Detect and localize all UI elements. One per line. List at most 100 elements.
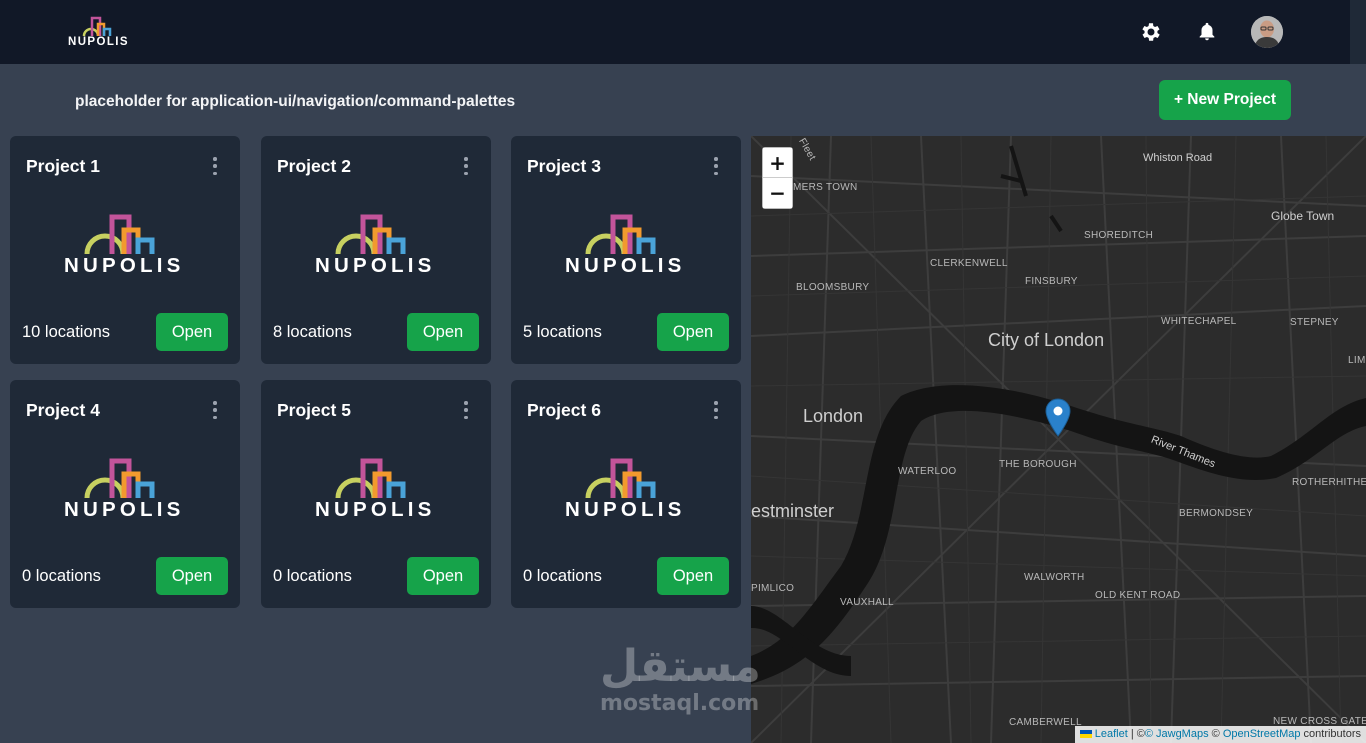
locations-count: 0 locations — [273, 567, 352, 585]
project-logo: NUPOLIS — [565, 214, 689, 277]
openstreetmap-link[interactable]: OpenStreetMap — [1223, 728, 1301, 740]
map-label: London — [803, 406, 864, 426]
open-project-button[interactable]: Open — [657, 313, 729, 351]
map-label: PIMLICO — [751, 583, 795, 594]
map-label: VAUXHALL — [840, 597, 894, 608]
logo-mark-icon — [84, 458, 155, 498]
watermark-arabic: مستقل — [600, 641, 761, 692]
avatar-image — [1251, 16, 1283, 48]
logo-mark-icon — [585, 214, 656, 254]
project-card[interactable]: Project 1 NUPOLIS 10 locations Open — [10, 136, 240, 364]
map-label: WATERLOO — [898, 466, 957, 477]
more-options-icon[interactable] — [212, 157, 218, 175]
map-attribution: Leaflet | ©© JawgMaps © OpenStreetMap co… — [1074, 726, 1366, 743]
map-label: Globe Town — [1271, 209, 1335, 223]
project-logo: NUPOLIS — [315, 214, 439, 277]
new-project-button[interactable]: + New Project — [1159, 80, 1291, 120]
brand-name: NUPOLIS — [68, 36, 129, 48]
map-label: Whiston Road — [1143, 152, 1213, 164]
project-card[interactable]: Project 3 NUPOLIS 5 locations Open — [511, 136, 741, 364]
notifications-button[interactable] — [1194, 19, 1220, 45]
open-project-button[interactable]: Open — [156, 313, 228, 351]
logo-text: NUPOLIS — [565, 498, 686, 521]
locations-count: 0 locations — [22, 567, 101, 585]
map-label: BLOOMSBURY — [796, 282, 870, 293]
map-label: CAMBERWELL — [1009, 717, 1082, 728]
open-project-button[interactable]: Open — [407, 313, 479, 351]
attribution-tail: contributors — [1300, 728, 1361, 740]
map-label: OLD KENT ROAD — [1095, 590, 1181, 601]
map-label: BERMONDSEY — [1179, 508, 1254, 519]
settings-button[interactable] — [1138, 19, 1164, 45]
location-marker[interactable] — [1045, 398, 1071, 443]
project-title: Project 6 — [527, 400, 601, 420]
open-project-button[interactable]: Open — [407, 557, 479, 595]
logo-mark-icon — [585, 458, 656, 498]
brand-mark-icon — [82, 16, 112, 36]
ukraine-flag-icon — [1079, 730, 1092, 739]
map-label: FINSBURY — [1025, 276, 1078, 287]
logo-text: NUPOLIS — [64, 254, 185, 277]
zoom-control: + − — [762, 147, 793, 209]
top-navbar: NUPOLIS — [0, 0, 1350, 64]
locations-count: 5 locations — [523, 323, 602, 341]
page-subtitle: placeholder for application-ui/navigatio… — [75, 93, 516, 110]
project-title: Project 1 — [26, 156, 100, 176]
watermark-latin: mostaql.com — [600, 691, 760, 716]
logo-text: NUPOLIS — [64, 498, 185, 521]
brand-logo[interactable]: NUPOLIS — [68, 14, 134, 50]
project-title: Project 4 — [26, 400, 100, 420]
project-logo: NUPOLIS — [565, 458, 689, 521]
zoom-in-button[interactable]: + — [763, 148, 792, 178]
map-label: MERS TOWN — [793, 182, 858, 193]
map-label: CLERKENWELL — [930, 258, 1008, 269]
more-options-icon[interactable] — [713, 401, 719, 419]
locations-count: 10 locations — [22, 323, 111, 341]
map-label: THE BOROUGH — [999, 459, 1077, 470]
map-view[interactable]: + − Fleet MERS TOWN Whiston Road Globe T… — [751, 136, 1366, 743]
logo-text: NUPOLIS — [315, 498, 436, 521]
map-label: WHITECHAPEL — [1161, 316, 1237, 327]
map-label: STEPNEY — [1290, 317, 1339, 328]
bell-icon — [1199, 22, 1215, 41]
project-title: Project 3 — [527, 156, 601, 176]
logo-text: NUPOLIS — [315, 254, 436, 277]
jawgmaps-link[interactable]: © JawgMaps — [1145, 728, 1209, 740]
logo-text: NUPOLIS — [565, 254, 686, 277]
gear-icon — [1142, 23, 1160, 41]
logo-mark-icon — [84, 214, 155, 254]
map-label: City of London — [988, 330, 1105, 350]
project-card[interactable]: Project 2 NUPOLIS 8 locations Open — [261, 136, 491, 364]
locations-count: 0 locations — [523, 567, 602, 585]
more-options-icon[interactable] — [713, 157, 719, 175]
open-project-button[interactable]: Open — [657, 557, 729, 595]
more-options-icon[interactable] — [463, 157, 469, 175]
locations-count: 8 locations — [273, 323, 352, 341]
logo-mark-icon — [335, 214, 406, 254]
scrollbar-gutter — [1350, 0, 1366, 64]
map-label: estminster — [751, 501, 835, 521]
leaflet-link[interactable]: Leaflet — [1095, 728, 1128, 740]
open-project-button[interactable]: Open — [156, 557, 228, 595]
project-logo: NUPOLIS — [64, 458, 188, 521]
map-pin-icon — [1045, 398, 1071, 437]
more-options-icon[interactable] — [463, 401, 469, 419]
attribution-separator: | © — [1127, 728, 1145, 740]
zoom-out-button[interactable]: − — [763, 178, 792, 208]
project-card[interactable]: Project 4 NUPOLIS 0 locations Open — [10, 380, 240, 608]
more-options-icon[interactable] — [212, 401, 218, 419]
map-label: ROTHERHITHE — [1292, 477, 1366, 488]
project-card[interactable]: Project 5 NUPOLIS 0 locations Open — [261, 380, 491, 608]
project-title: Project 2 — [277, 156, 351, 176]
attribution-separator: © — [1208, 728, 1223, 740]
project-logo: NUPOLIS — [315, 458, 439, 521]
watermark: مستقل mostaql.com — [600, 641, 761, 717]
project-card[interactable]: Project 6 NUPOLIS 0 locations Open — [511, 380, 741, 608]
map-label: LIM — [1348, 355, 1366, 366]
project-logo: NUPOLIS — [64, 214, 188, 277]
map-label: WALWORTH — [1024, 572, 1085, 583]
map-label: SHOREDITCH — [1084, 230, 1154, 241]
logo-mark-icon — [335, 458, 406, 498]
user-avatar[interactable] — [1251, 16, 1283, 48]
project-title: Project 5 — [277, 400, 351, 420]
